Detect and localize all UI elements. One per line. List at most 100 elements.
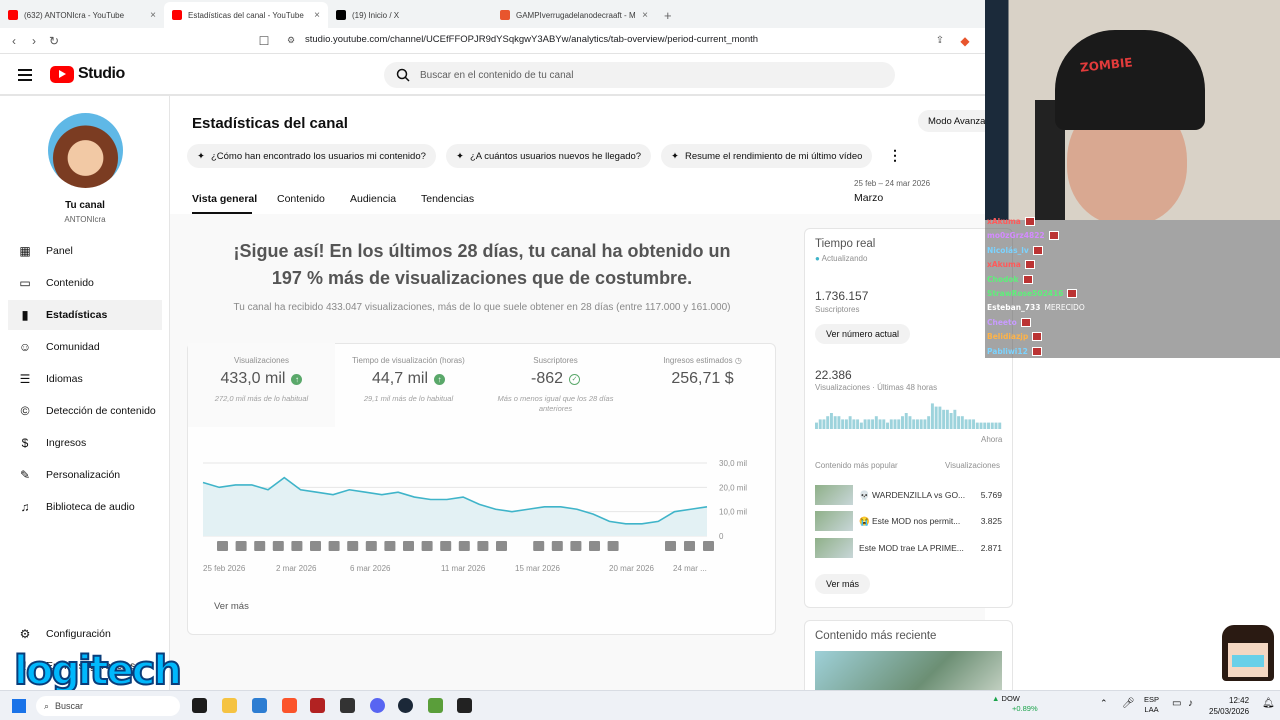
store-icon[interactable] (252, 698, 267, 713)
close-tab-icon[interactable]: × (150, 10, 156, 21)
search-input[interactable]: Buscar en el contenido de tu canal (384, 62, 895, 88)
y-tick-label: 0 (719, 532, 724, 541)
url-field[interactable]: studio.youtube.com/channel/UCEfFFOPJR9dY… (305, 34, 758, 45)
studio-logo[interactable]: Studio (50, 65, 125, 83)
popular-video-2[interactable]: 😭 Este MOD nos permit... 3.825 (815, 511, 1002, 531)
sidebar-item-community[interactable]: ☺ Comunidad (8, 332, 162, 362)
tab-content[interactable]: Contenido (277, 193, 325, 205)
network-icon[interactable]: ▭ (1172, 698, 1181, 709)
video-marker[interactable] (235, 541, 247, 551)
reload-icon[interactable]: ↻ (44, 34, 64, 48)
voicemeeter-icon[interactable] (310, 698, 325, 713)
video-marker[interactable] (384, 541, 396, 551)
metric-watch-time[interactable]: Tiempo de visualización (horas) 44,7 mil… (335, 344, 482, 426)
notification-bell-icon[interactable]: 🔔︎ (1262, 698, 1275, 709)
video-marker[interactable] (403, 541, 414, 551)
copyright-icon: © (20, 404, 30, 418)
video-marker[interactable] (347, 541, 359, 551)
period-selector[interactable]: Marzo (854, 192, 883, 204)
ai-question-chip-2[interactable]: ✦ ¿A cuántos usuarios nuevos he llegado? (446, 144, 652, 168)
obs-icon[interactable] (340, 698, 355, 713)
browser-tab-3[interactable]: (19) Inicio / X (328, 2, 492, 28)
browser-tab-4[interactable]: GAMPIverrugadelanodecraaft - Mine × (492, 2, 656, 28)
video-marker[interactable] (310, 541, 321, 551)
site-info-icon[interactable]: ⚙ (281, 35, 301, 46)
microphone-icon[interactable]: 🎤︎ (1122, 698, 1135, 709)
back-icon[interactable]: ‹ (4, 34, 24, 48)
video-marker[interactable] (458, 541, 470, 551)
video-marker[interactable] (291, 541, 303, 551)
sidebar-item-content[interactable]: ▭ Contenido (8, 268, 162, 298)
video-marker[interactable] (365, 541, 377, 551)
sidebar-item-copyright[interactable]: © Detección de contenido (8, 396, 162, 426)
sidebar-item-settings[interactable]: ⚙ Configuración (8, 619, 162, 649)
menu-icon[interactable] (18, 69, 32, 81)
sidebar-item-audio-library[interactable]: ♫ Biblioteca de audio (8, 492, 162, 522)
video-marker[interactable] (272, 541, 284, 551)
brave-icon[interactable] (282, 698, 297, 713)
sidebar-item-customization[interactable]: ✎ Personalización (8, 460, 162, 490)
video-marker[interactable] (607, 541, 619, 551)
steam-icon[interactable] (398, 698, 413, 713)
share-icon[interactable]: ⇪ (930, 35, 950, 46)
video-marker[interactable] (551, 541, 563, 551)
sidebar-item-earn[interactable]: $ Ingresos (8, 428, 162, 458)
metric-views[interactable]: Visualizaciones 433,0 mil ↑ 272,0 mil más… (188, 344, 335, 426)
chevron-up-icon[interactable]: ⌃ (1100, 698, 1108, 709)
tab-overview[interactable]: Vista general (192, 193, 257, 205)
sidebar-item-languages[interactable]: ☰ Idiomas (8, 364, 162, 394)
sidebar-item-analytics[interactable]: ▮ Estadísticas (8, 300, 162, 330)
ai-question-chip-1[interactable]: ✦ ¿Cómo han encontrado los usuarios mi co… (187, 144, 436, 168)
video-marker[interactable] (217, 541, 228, 551)
video-marker[interactable] (665, 541, 676, 551)
video-marker[interactable] (533, 541, 545, 551)
video-marker[interactable] (440, 541, 452, 551)
sidebar-item-panel[interactable]: ▦ Panel (8, 236, 162, 266)
stock-widget[interactable]: ▲ DOW +0.89% (992, 694, 1038, 714)
popular-video-1[interactable]: 💀 WARDENZILLA vs GO... 5.769 (815, 485, 1002, 505)
volume-icon[interactable]: ♪ (1188, 698, 1193, 709)
file-explorer-icon[interactable] (222, 698, 237, 713)
see-more-button[interactable]: Ver más (214, 601, 249, 612)
taskbar-search[interactable]: ⌕ Buscar (36, 696, 180, 716)
chat-badge-icon (1031, 346, 1042, 356)
see-live-count-button[interactable]: Ver número actual (815, 324, 911, 344)
clock[interactable]: 12:42 25/03/2026 (1209, 695, 1249, 717)
ai-question-chip-3[interactable]: ✦ Resume el rendimiento de mi último víde… (661, 144, 873, 168)
language-indicator[interactable]: ESP LAA (1144, 695, 1159, 715)
browser-tab-2[interactable]: Estadísticas del canal - YouTube × (164, 2, 328, 28)
close-tab-icon[interactable]: × (642, 10, 648, 21)
discord-icon[interactable] (370, 698, 385, 713)
video-marker[interactable] (328, 541, 340, 551)
windows-start-icon[interactable] (12, 699, 26, 713)
tab-trends[interactable]: Tendencias (421, 193, 474, 205)
logitech-logo: logitech (13, 647, 183, 695)
video-marker[interactable] (421, 541, 433, 551)
video-marker[interactable] (496, 541, 507, 551)
video-marker[interactable] (570, 541, 582, 551)
metric-subscribers[interactable]: Suscriptores -862 ✓ Más o menos igual que… (482, 344, 629, 426)
popular-see-more-button[interactable]: Ver más (815, 574, 871, 594)
channel-avatar[interactable] (48, 113, 123, 188)
more-options-icon[interactable]: ⋮ (888, 147, 902, 164)
video-marker[interactable] (589, 541, 600, 551)
date-range[interactable]: 25 feb – 24 mar 2026 (854, 179, 930, 188)
browser-tab-1[interactable]: (632) ANTONIcra - YouTube × (0, 2, 164, 28)
popular-video-3[interactable]: Este MOD trae LA PRIME... 2.871 (815, 538, 1002, 558)
video-marker[interactable] (477, 541, 489, 551)
tab-audience[interactable]: Audiencia (350, 193, 396, 205)
minecraft-icon[interactable] (428, 698, 443, 713)
close-tab-icon[interactable]: × (314, 10, 320, 21)
webcam-overlay: ZOMBIE (985, 0, 1280, 220)
bookmark-icon[interactable]: ☐ (254, 34, 274, 48)
views-line-chart: 30,0 mil 20,0 mil 10,0 mil 0 25 feb 2026 2 ma… (202, 459, 747, 573)
new-tab-icon[interactable]: + (656, 2, 680, 28)
task-view-icon[interactable] (192, 698, 207, 713)
capcut-icon[interactable] (457, 698, 472, 713)
video-marker[interactable] (703, 541, 714, 551)
metric-revenue[interactable]: Ingresos estimados ◷ 256,71 $ (629, 344, 776, 426)
forward-icon[interactable]: › (24, 34, 44, 48)
video-marker[interactable] (254, 541, 266, 551)
brave-shield-icon[interactable]: ◆ (955, 34, 975, 48)
video-marker[interactable] (684, 541, 695, 551)
